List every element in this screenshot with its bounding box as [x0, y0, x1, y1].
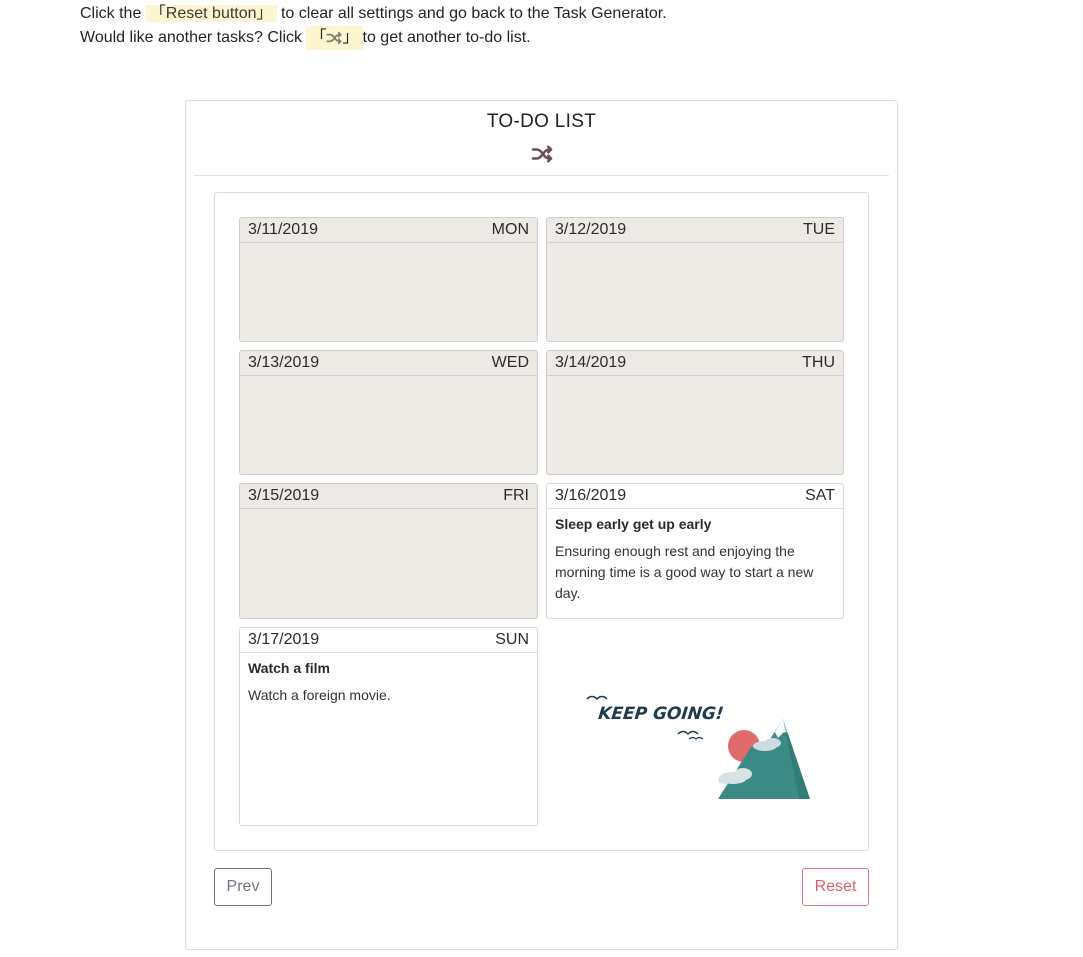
bracket-close: 」 — [342, 29, 359, 46]
instruction-line-shuffle: Would like another tasks? Click 「」 to get… — [80, 26, 667, 50]
day-weekday: SUN — [495, 631, 529, 648]
day-header: 3/16/2019 SAT — [547, 484, 843, 509]
day-date: 3/14/2019 — [555, 354, 627, 371]
day-header: 3/11/2019 MON — [240, 218, 537, 243]
shuffle-button[interactable] — [530, 145, 554, 167]
day-weekday: TUE — [803, 221, 835, 238]
day-date: 3/15/2019 — [248, 487, 320, 504]
day-card-tue[interactable]: 3/12/2019 TUE — [546, 217, 844, 342]
day-date: 3/11/2019 — [248, 221, 318, 238]
task-title: Sleep early get up early — [555, 516, 712, 532]
day-header: 3/14/2019 THU — [547, 351, 843, 376]
instructions: Click the 「Reset button」 to clear all se… — [80, 2, 667, 50]
day-weekday: FRI — [503, 487, 529, 504]
day-card-fri[interactable]: 3/15/2019 FRI — [239, 483, 538, 619]
day-header: 3/17/2019 SUN — [240, 628, 537, 653]
instruction-text: to get another to-do list. — [362, 29, 531, 46]
instruction-text: to clear all settings and go back to the… — [276, 5, 667, 22]
prev-button[interactable]: Prev — [214, 868, 272, 906]
day-weekday: SAT — [805, 487, 835, 504]
day-header: 3/13/2019 WED — [240, 351, 537, 376]
day-card-mon[interactable]: 3/11/2019 MON — [239, 217, 538, 342]
day-date: 3/16/2019 — [555, 487, 627, 504]
task-description: Ensuring enough rest and enjoying the mo… — [555, 543, 814, 601]
bracket-open: 「 — [310, 29, 327, 46]
shuffle-icon — [531, 145, 553, 168]
shuffle-highlight: 「」 — [306, 26, 363, 50]
shuffle-icon — [326, 26, 343, 50]
task-title: Watch a film — [248, 660, 330, 676]
day-weekday: MON — [491, 221, 529, 238]
day-header: 3/15/2019 FRI — [240, 484, 537, 509]
reset-button[interactable]: Reset — [802, 868, 869, 906]
week-grid: 3/11/2019 MON 3/12/2019 TUE 3/13/2019 WE… — [214, 192, 869, 851]
todo-card: TO-DO LIST 3/11/2019 MON 3/12/2019 TUE 3… — [185, 100, 898, 950]
day-date: 3/13/2019 — [248, 354, 320, 371]
task-description: Watch a foreign movie. — [248, 687, 391, 703]
day-card-sun[interactable]: 3/17/2019 SUN Watch a film Watch a forei… — [239, 627, 538, 826]
day-date: 3/17/2019 — [248, 631, 320, 648]
instruction-line-reset: Click the 「Reset button」 to clear all se… — [80, 2, 667, 26]
keep-going-text: KEEP GOING! — [597, 704, 724, 724]
day-date: 3/12/2019 — [555, 221, 627, 238]
day-card-wed[interactable]: 3/13/2019 WED — [239, 350, 538, 475]
instruction-text: Click the — [80, 5, 146, 22]
card-title: TO-DO LIST — [486, 111, 597, 132]
day-card-sat[interactable]: 3/16/2019 SAT Sleep early get up early E… — [546, 483, 844, 619]
day-card-thu[interactable]: 3/14/2019 THU — [546, 350, 844, 475]
day-header: 3/12/2019 TUE — [547, 218, 843, 243]
divider — [194, 175, 889, 176]
instruction-text: Would like another tasks? Click — [80, 29, 307, 46]
day-weekday: WED — [491, 354, 529, 371]
reset-button-highlight: 「Reset button」 — [145, 5, 277, 22]
day-weekday: THU — [802, 354, 835, 371]
keep-going-illustration: KEEP GOING! — [585, 688, 815, 808]
